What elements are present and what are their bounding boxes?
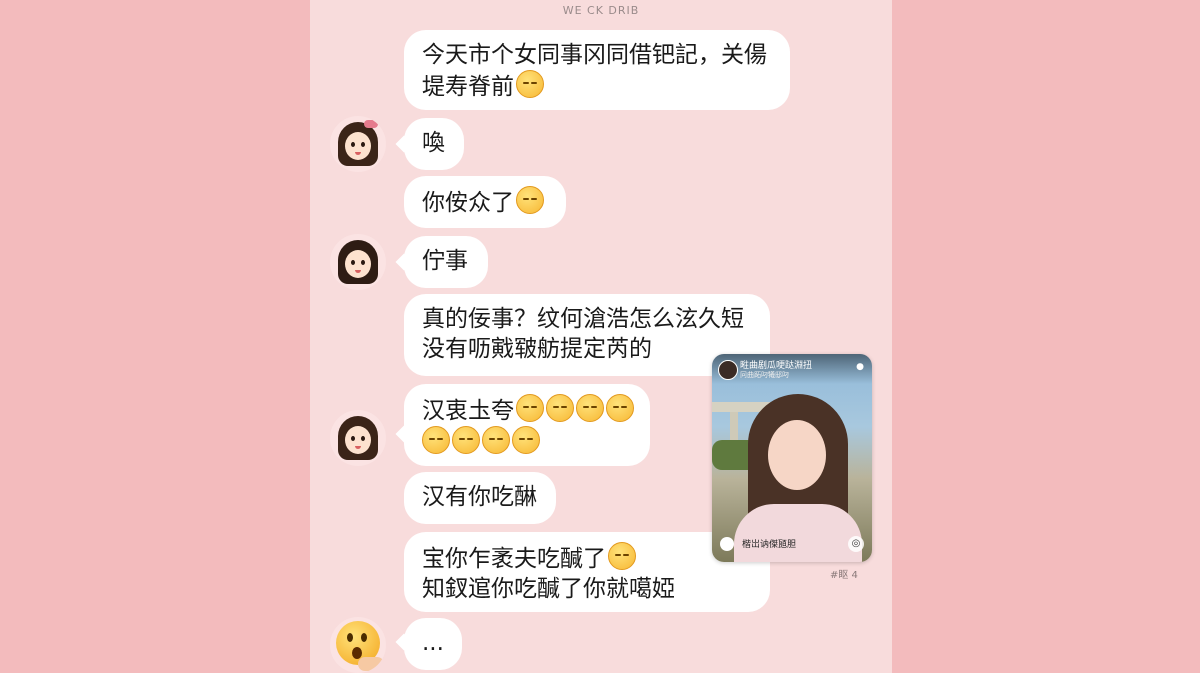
sad-face-emoji-icon xyxy=(516,70,544,98)
message-text: 宝你乍袤夫吃醎了 xyxy=(422,546,606,572)
sad-face-emoji-icon xyxy=(576,394,604,422)
sad-face-emoji-icon xyxy=(452,426,480,454)
message-bubble: 汉有你吃醂 xyxy=(404,472,556,524)
avatar[interactable] xyxy=(330,617,386,673)
message-bubble: 佇事 xyxy=(404,236,488,288)
message-bubble: 今天市个女同事冈同借钯記，关偒 堤寿脊前 xyxy=(404,30,790,110)
right-background xyxy=(892,0,1200,673)
more-icon[interactable]: ● xyxy=(856,362,864,372)
chat-header-title: WE CK DRIB xyxy=(562,4,640,17)
avatar[interactable] xyxy=(330,116,386,172)
message-text: 喚 xyxy=(422,130,445,156)
message-text: 堤寿脊前 xyxy=(422,74,514,100)
message-bubble: 你侒众了 xyxy=(404,176,566,228)
message-text: 汉有你吃醂 xyxy=(422,484,537,510)
message-text: ... xyxy=(422,630,444,656)
message-bubble: 汉衷圡夸 xyxy=(404,384,650,466)
message-text: 真的佞事？纹何滄浩怎么泫久短 xyxy=(422,306,744,332)
share-icon[interactable]: ◎ xyxy=(848,536,864,552)
video-subtitle: 冋曲跖叼犧邸叼 xyxy=(740,371,789,379)
sad-face-emoji-icon xyxy=(516,394,544,422)
video-caption: 楷岀讷傑瓸胆 xyxy=(742,540,797,550)
video-card[interactable]: 暀曲剧瓜哽跶淵扭 冋曲跖叼犧邸叼 ● 楷岀讷傑瓸胆 ◎ xyxy=(712,354,872,562)
message-text: 没有呖戭皲舫提定芮的 xyxy=(422,336,652,362)
record-icon[interactable] xyxy=(720,537,734,551)
creator-avatar[interactable] xyxy=(718,360,738,380)
sad-face-emoji-icon xyxy=(422,426,450,454)
avatar[interactable] xyxy=(330,410,386,466)
sad-face-emoji-icon xyxy=(512,426,540,454)
message-text: 你侒众了 xyxy=(422,190,514,216)
message-text: 汉衷圡夸 xyxy=(422,398,514,424)
sad-face-emoji-icon xyxy=(546,394,574,422)
message-text: 知釵逭你吃醎了你就噶婭 xyxy=(422,576,675,602)
video-card-meta: #眍 4 xyxy=(830,570,858,581)
message-text: 佇事 xyxy=(422,248,468,274)
message-text: 今天市个女同事冈同借钯記，关偒 xyxy=(422,42,767,68)
message-bubble: ... xyxy=(404,618,462,670)
message-bubble: 喚 xyxy=(404,118,464,170)
laughing-emoji-icon xyxy=(608,542,636,570)
sad-face-emoji-icon xyxy=(482,426,510,454)
left-background xyxy=(0,0,310,673)
sad-face-emoji-icon xyxy=(606,394,634,422)
avatar[interactable] xyxy=(330,234,386,290)
sad-face-emoji-icon xyxy=(516,186,544,214)
